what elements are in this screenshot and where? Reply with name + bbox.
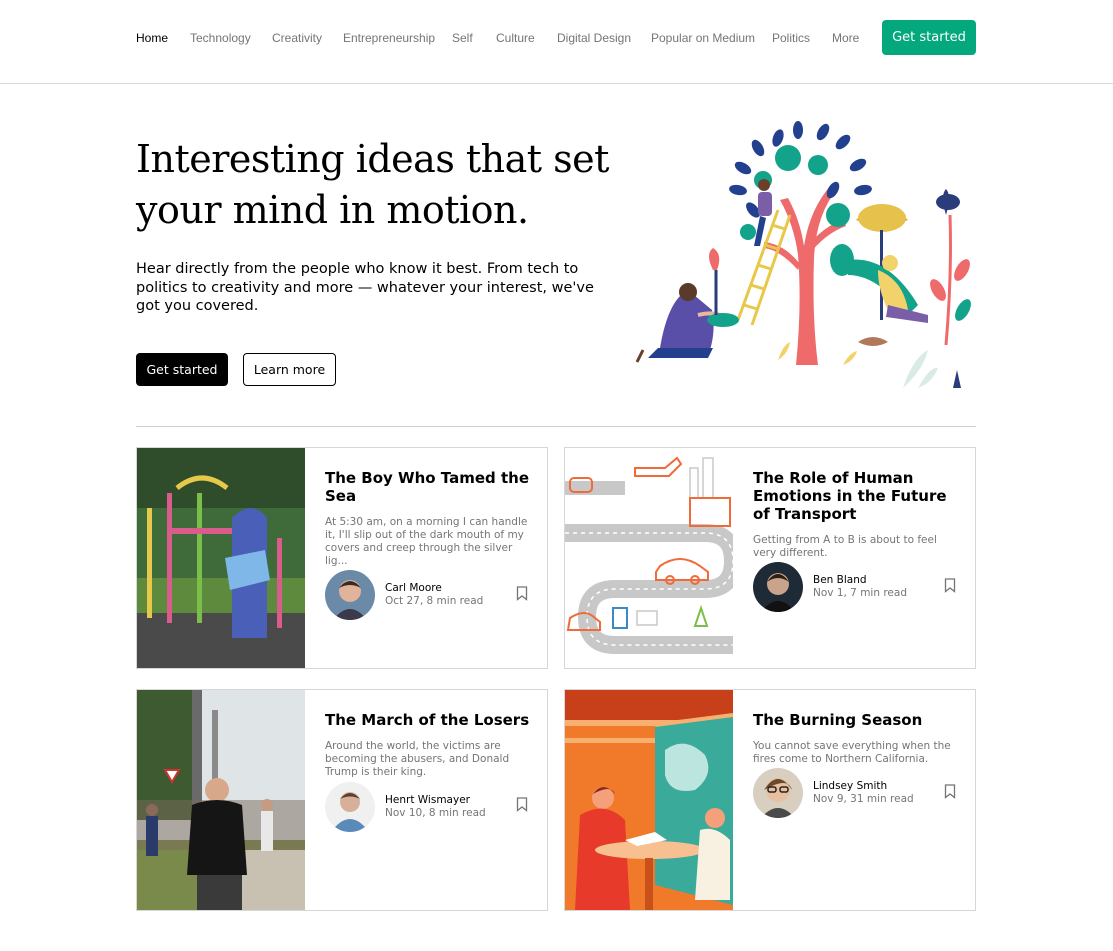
article-author: Ben Bland Nov 1, 7 min read [753,562,907,612]
article-title[interactable]: The Burning Season [753,711,963,729]
nav-item-popular[interactable]: Popular on Medium [651,31,755,45]
article-author: Lindsey Smith Nov 9, 31 min read [753,768,914,818]
article-meta: Nov 9, 31 min read [813,793,914,805]
author-avatar[interactable] [325,570,375,620]
article-author: Henrt Wismayer Nov 10, 8 min read [325,782,486,832]
article-meta: Oct 27, 8 min read [385,595,484,607]
article-title[interactable]: The Boy Who Tamed the Sea [325,469,535,505]
bookmark-icon[interactable] [516,797,528,812]
section-divider [136,426,976,427]
article-title[interactable]: The Role of Human Emotions in the Future… [753,469,963,523]
article-meta: Nov 10, 8 min read [385,807,486,819]
tree-leaves-illustration [729,121,872,218]
article-thumbnail-playground [137,448,305,668]
bookmark-icon[interactable] [944,578,956,593]
kneeling-person-illustration [635,248,739,363]
learn-more-button[interactable]: Learn more [243,353,336,386]
author-avatar[interactable] [753,562,803,612]
nav-item-home[interactable]: Home [136,31,168,45]
right-flower-illustration [930,189,971,346]
author-avatar[interactable] [753,768,803,818]
article-excerpt: Getting from A to B is about to feel ver… [753,534,937,559]
top-navigation: Home Technology Creativity Entrepreneurs… [0,0,1113,84]
nav-item-creativity[interactable]: Creativity [272,31,322,45]
author-name[interactable]: Henrt Wismayer [385,794,486,807]
article-excerpt: You cannot save everything when the fire… [753,740,951,765]
article-meta: Nov 1, 7 min read [813,587,907,599]
article-thumbnail-burning-season [565,690,733,910]
article-card[interactable]: The Burning Season You cannot save every… [564,689,976,911]
hero-illustration [635,121,971,388]
article-excerpt: Around the world, the victims are becomi… [325,740,510,778]
nav-item-technology[interactable]: Technology [190,31,251,45]
reading-person-illustration [848,255,928,346]
article-title[interactable]: The March of the Losers [325,711,535,729]
article-card[interactable]: The Boy Who Tamed the Sea At 5:30 am, on… [136,447,548,669]
article-card[interactable]: The March of the Losers Around the world… [136,689,548,911]
nav-item-digital-design[interactable]: Digital Design [557,31,631,45]
get-started-nav-button[interactable]: Get started [882,20,976,55]
article-thumbnail-transport [565,448,733,668]
nav-item-self[interactable]: Self [452,31,473,45]
article-thumbnail-march [137,690,305,910]
author-avatar[interactable] [325,782,375,832]
hero-subtitle: Hear directly from the people who know i… [136,261,594,314]
author-name[interactable]: Ben Bland [813,574,907,587]
nav-item-entrepreneurship[interactable]: Entrepreneurship [343,31,435,45]
hero-title: Interesting ideas that set your mind in … [136,137,609,232]
article-excerpt: At 5:30 am, on a morning I can handle it… [325,516,528,567]
nav-item-more[interactable]: More [832,31,859,45]
bookmark-icon[interactable] [944,784,956,799]
nav-item-culture[interactable]: Culture [496,31,535,45]
article-card[interactable]: The Role of Human Emotions in the Future… [564,447,976,669]
author-name[interactable]: Lindsey Smith [813,780,914,793]
author-name[interactable]: Carl Moore [385,582,483,595]
get-started-button[interactable]: Get started [136,353,228,386]
article-author: Carl Moore Oct 27, 8 min read [325,570,483,620]
bookmark-icon[interactable] [516,586,528,601]
nav-item-politics[interactable]: Politics [772,31,810,45]
